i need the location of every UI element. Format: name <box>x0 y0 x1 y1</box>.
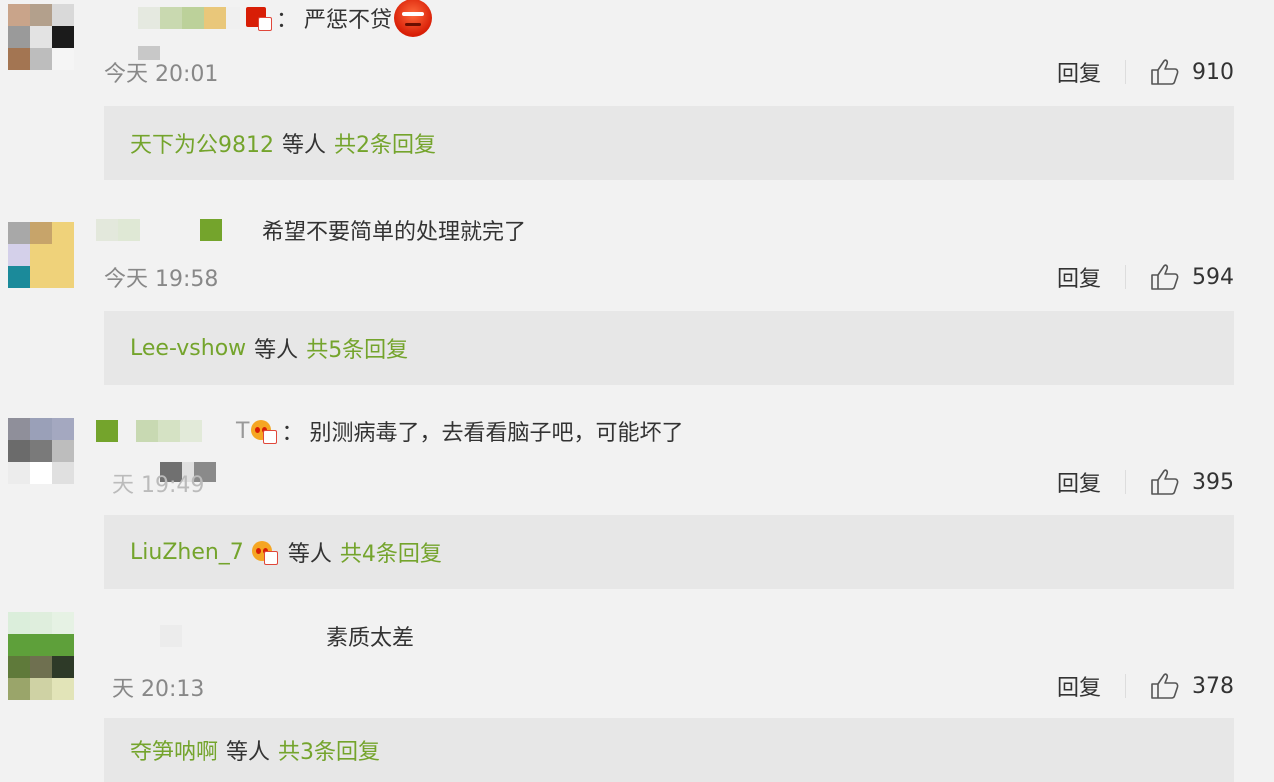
divider <box>1125 265 1126 289</box>
angry-emoji-icon <box>394 0 433 37</box>
reply-user-link[interactable]: 天下为公9812 <box>130 127 274 159</box>
vip-badge-icon <box>251 539 278 565</box>
reply-count-link[interactable]: 共3条回复 <box>278 734 380 766</box>
reply-user-link[interactable]: LiuZhen_7 <box>130 540 244 565</box>
username-pixelated[interactable] <box>160 625 322 647</box>
divider <box>1125 470 1126 494</box>
reply-summary[interactable]: LiuZhen_7 等人 共4条回复 <box>104 515 1234 589</box>
username-pixelated[interactable] <box>96 420 232 442</box>
reply-summary-text: 等人 <box>282 133 327 158</box>
username-pixelated[interactable] <box>138 7 240 29</box>
comment-time: 天 19:49 <box>112 473 205 498</box>
username-pixelated[interactable] <box>96 219 222 241</box>
reply-summary[interactable]: Lee-vshow 等人 共5条回复 <box>104 311 1234 385</box>
avatar[interactable] <box>8 4 74 70</box>
reply-button[interactable]: 回复 <box>1057 670 1101 702</box>
reply-count-link[interactable]: 共4条回复 <box>340 536 442 568</box>
like-count: 594 <box>1192 264 1234 290</box>
reply-user-link[interactable]: 夺笋呐啊 <box>130 734 218 766</box>
reply-summary-text: 等人 <box>226 740 271 765</box>
reply-summary[interactable]: 天下为公9812 等人 共2条回复 <box>104 106 1234 180</box>
thumbs-up-icon <box>1151 469 1179 495</box>
reply-button[interactable]: 回复 <box>1057 466 1101 498</box>
like-count: 378 <box>1192 673 1234 699</box>
comment-text: 别测病毒了，去看看脑子吧，可能坏了 <box>309 421 684 446</box>
comment-text: 严惩不贷 <box>304 8 393 33</box>
like-button[interactable]: 910 <box>1150 58 1234 86</box>
comment-time: 今天 19:58 <box>104 267 219 292</box>
avatar[interactable] <box>8 418 74 484</box>
like-button[interactable]: 594 <box>1150 263 1234 291</box>
reply-summary-text: 等人 <box>287 542 332 567</box>
thumbs-up-icon <box>1151 264 1179 290</box>
comment-text: 希望不要简单的处理就完了 <box>262 220 527 245</box>
reply-user-link[interactable]: Lee-vshow <box>130 336 246 361</box>
thumbs-up-icon <box>1151 673 1179 699</box>
vip-badge-icon <box>251 418 278 444</box>
reply-summary[interactable]: 夺笋呐啊 等人 共3条回复 <box>104 718 1234 782</box>
avatar[interactable] <box>8 612 74 700</box>
reply-button[interactable]: 回复 <box>1057 261 1101 293</box>
reply-summary-text: 等人 <box>254 338 299 363</box>
comment-time: 今天 20:01 <box>104 62 219 87</box>
reply-button[interactable]: 回复 <box>1057 56 1101 88</box>
reply-count-link[interactable]: 共2条回复 <box>334 127 436 159</box>
comment-text: 素质太差 <box>326 626 415 651</box>
username-suffix: T <box>236 418 250 444</box>
thumbs-up-icon <box>1151 59 1179 85</box>
divider <box>1125 60 1126 84</box>
like-count: 395 <box>1192 469 1234 495</box>
like-button[interactable]: 395 <box>1150 468 1234 496</box>
like-count: 910 <box>1192 59 1234 85</box>
like-button[interactable]: 378 <box>1150 672 1234 700</box>
divider <box>1125 674 1126 698</box>
comment-time: 天 20:13 <box>112 677 205 702</box>
vip-badge-icon <box>246 5 272 31</box>
reply-count-link[interactable]: 共5条回复 <box>306 332 408 364</box>
avatar[interactable] <box>8 222 74 288</box>
